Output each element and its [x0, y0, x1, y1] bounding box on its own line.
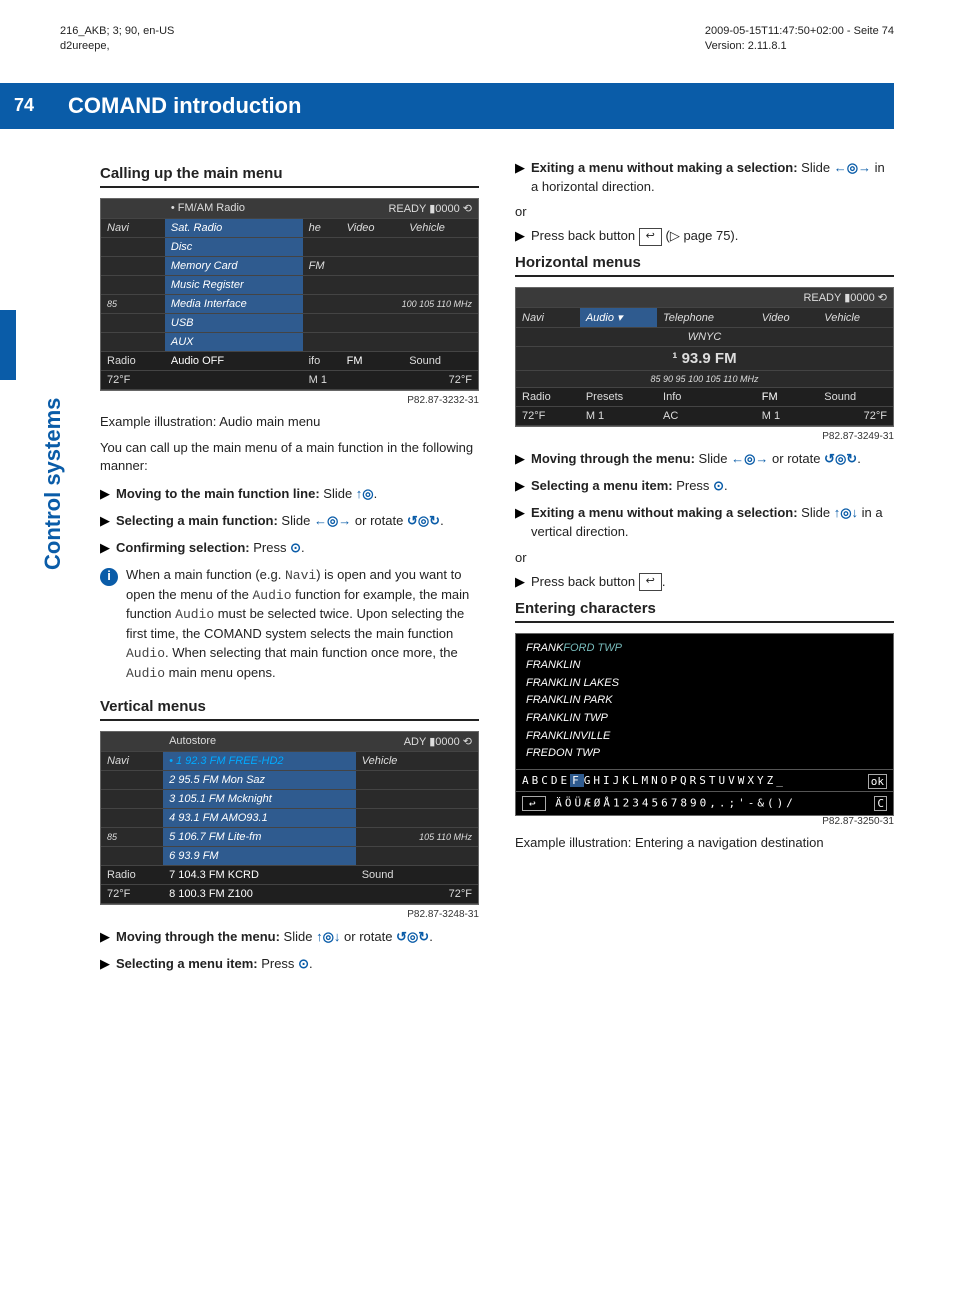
step-exit-vertical: ▶ Exiting a menu without making a select…	[515, 504, 894, 542]
meta-left-1: 216_AKB; 3; 90, en-US	[60, 24, 174, 39]
heading-horizontal-menus: Horizontal menus	[515, 254, 894, 277]
step-select-main-function: ▶ Selecting a main function: Slide ←◎→ o…	[100, 512, 479, 531]
right-column: ▶ Exiting a menu without making a select…	[515, 159, 894, 982]
back-button-icon: ↩	[639, 228, 662, 246]
heading-entering-characters: Entering characters	[515, 600, 894, 623]
figure-vertical-menu: AutostoreADY ▮0000 ⟲ Navi• 1 92.3 FM FRE…	[100, 731, 479, 905]
triangle-icon: ▶	[100, 485, 116, 504]
triangle-icon: ▶	[100, 539, 116, 558]
left-column: Calling up the main menu • FM/AM RadioRE…	[100, 159, 479, 982]
meta-left-2: d2ureepe,	[60, 39, 174, 54]
page-number: 74	[0, 83, 48, 129]
step-press-back-2: ▶ Press back button ↩.	[515, 573, 894, 592]
header-meta: 216_AKB; 3; 90, en-US d2ureepe, 2009-05-…	[60, 24, 894, 55]
heading-calling-main-menu: Calling up the main menu	[100, 165, 479, 188]
figure-ref-4: P82.87-3250-31	[515, 816, 894, 827]
triangle-icon: ▶	[100, 512, 116, 531]
step-move-through-menu-v: ▶ Moving through the menu: Slide ↑◎↓ or …	[100, 928, 479, 947]
step-move-main-line: ▶ Moving to the main function line: Slid…	[100, 485, 479, 504]
info-icon: i	[100, 568, 118, 586]
triangle-icon: ▶	[100, 928, 116, 947]
or-label: or	[515, 204, 894, 219]
figure-caption-4: Example illustration: Entering a navigat…	[515, 835, 894, 850]
figure-ref-2: P82.87-3248-31	[100, 909, 479, 920]
figure-entering-characters: FRANKFORD TWP FRANKLIN FRANKLIN LAKES FR…	[515, 633, 894, 816]
step-confirm-selection: ▶ Confirming selection: Press ⊙.	[100, 539, 479, 558]
step-select-menu-item-h: ▶ Selecting a menu item: Press ⊙.	[515, 477, 894, 496]
triangle-icon: ▶	[515, 159, 531, 197]
step-exit-horizontal: ▶ Exiting a menu without making a select…	[515, 159, 894, 197]
triangle-icon: ▶	[515, 227, 531, 246]
meta-right-2: Version: 2.11.8.1	[705, 39, 894, 54]
figure-caption-1: Example illustration: Audio main menu	[100, 414, 479, 429]
triangle-icon: ▶	[515, 504, 531, 542]
step-select-menu-item-v: ▶ Selecting a menu item: Press ⊙.	[100, 955, 479, 974]
figure-ref-1: P82.87-3232-31	[100, 395, 479, 406]
intro-paragraph: You can call up the main menu of a main …	[100, 439, 479, 475]
triangle-icon: ▶	[100, 955, 116, 974]
step-press-back-1: ▶ Press back button ↩ (▷ page 75).	[515, 227, 894, 246]
step-move-through-menu-h: ▶ Moving through the menu: Slide ←◎→ or …	[515, 450, 894, 469]
side-tab: Control systems	[0, 310, 40, 600]
heading-vertical-menus: Vertical menus	[100, 698, 479, 721]
figure-audio-main-menu: • FM/AM RadioREADY ▮0000 ⟲ NaviSat. Radi…	[100, 198, 479, 391]
chapter-bar: 74 COMAND introduction	[0, 83, 894, 129]
back-button-icon: ↩	[639, 573, 662, 591]
figure-horizontal-menu: READY ▮0000 ⟲ NaviAudio ▾TelephoneVideoV…	[515, 287, 894, 427]
or-label-2: or	[515, 550, 894, 565]
triangle-icon: ▶	[515, 573, 531, 592]
triangle-icon: ▶	[515, 477, 531, 496]
info-note: i When a main function (e.g. Navi) is op…	[100, 566, 479, 684]
figure-ref-3: P82.87-3249-31	[515, 431, 894, 442]
meta-right-1: 2009-05-15T11:47:50+02:00 - Seite 74	[705, 24, 894, 39]
chapter-title: COMAND introduction	[48, 83, 894, 129]
triangle-icon: ▶	[515, 450, 531, 469]
side-tab-label: Control systems	[40, 398, 66, 570]
